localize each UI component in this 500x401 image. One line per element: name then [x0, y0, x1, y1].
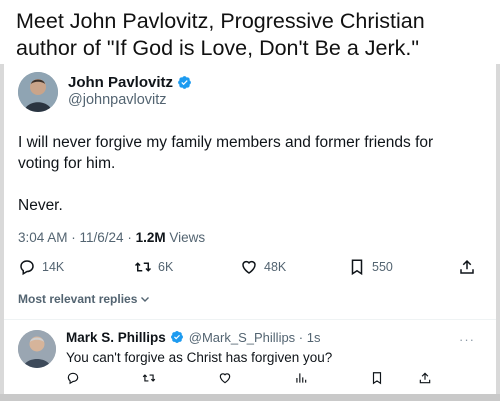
repost-button[interactable]: 6K — [134, 258, 173, 276]
repost-icon — [134, 262, 152, 272]
bookmark-icon — [351, 259, 363, 276]
share-icon — [419, 372, 431, 384]
reply-author-name[interactable]: Mark S. Phillips — [66, 330, 166, 345]
views-count: 1.2M — [135, 230, 166, 245]
reply-share-button[interactable] — [418, 371, 432, 390]
more-icon[interactable]: ··· — [459, 332, 475, 347]
reply-repost-button[interactable] — [142, 371, 156, 390]
like-icon — [219, 373, 231, 384]
post-caption: Meet John Pavlovitz, Progressive Christi… — [0, 0, 500, 64]
reply-views-button[interactable] — [294, 371, 308, 390]
bookmark-button[interactable]: 550 — [348, 258, 393, 276]
bookmark-icon — [372, 372, 382, 385]
tweet-text: I will never forgive my family members a… — [18, 132, 478, 237]
verified-icon — [177, 75, 192, 90]
reply-handle-time[interactable]: @Mark_S_Phillips · 1s — [189, 330, 321, 345]
reply-reply-button[interactable] — [66, 371, 80, 390]
views-icon — [296, 373, 307, 383]
avatar[interactable] — [18, 72, 58, 112]
replies-sort-dropdown[interactable]: Most relevant replies — [18, 292, 150, 306]
reply-bookmark-button[interactable] — [370, 371, 384, 390]
reply-button[interactable]: 14K — [18, 258, 64, 276]
tweet-meta: 3:04 AM · 11/6/24 · 1.2M Views — [18, 230, 205, 245]
avatar[interactable] — [18, 330, 56, 368]
bookmark-count: 550 — [372, 260, 393, 274]
views-label: Views — [165, 230, 206, 245]
reply-text: You can't forgive as Christ has forgiven… — [66, 350, 333, 365]
tweet-paragraph: Never. — [18, 197, 63, 214]
like-button[interactable]: 48K — [240, 258, 286, 276]
reply-count: 14K — [42, 260, 65, 274]
author-name[interactable]: John Pavlovitz — [68, 74, 173, 91]
like-icon — [242, 260, 256, 274]
tweet-actions: 14K 6K 48K 550 — [18, 256, 474, 278]
repost-icon — [142, 374, 156, 382]
reply-actions — [4, 371, 496, 387]
tweet-card: John Pavlovitz @johnpavlovitz I will nev… — [4, 64, 496, 394]
timestamp[interactable]: 3:04 AM · 11/6/24 · — [18, 230, 136, 245]
bottom-strip — [0, 394, 500, 401]
share-button[interactable] — [458, 258, 482, 276]
author-handle[interactable]: @johnpavlovitz — [68, 92, 167, 108]
author-row: John Pavlovitz — [68, 74, 192, 91]
reply-author-row: Mark S. Phillips @Mark_S_Phillips · 1s — [66, 330, 320, 345]
like-count: 48K — [264, 260, 287, 274]
chevron-down-icon — [141, 297, 150, 302]
replies-sort-label: Most relevant replies — [18, 292, 138, 306]
share-icon — [460, 259, 474, 274]
reply-icon — [67, 372, 79, 385]
reply-like-button[interactable] — [218, 371, 232, 390]
tweet-paragraph: I will never forgive my family members a… — [18, 134, 434, 172]
repost-count: 6K — [158, 260, 174, 274]
divider — [4, 319, 496, 320]
reply-icon — [20, 260, 34, 276]
verified-icon — [170, 330, 185, 345]
